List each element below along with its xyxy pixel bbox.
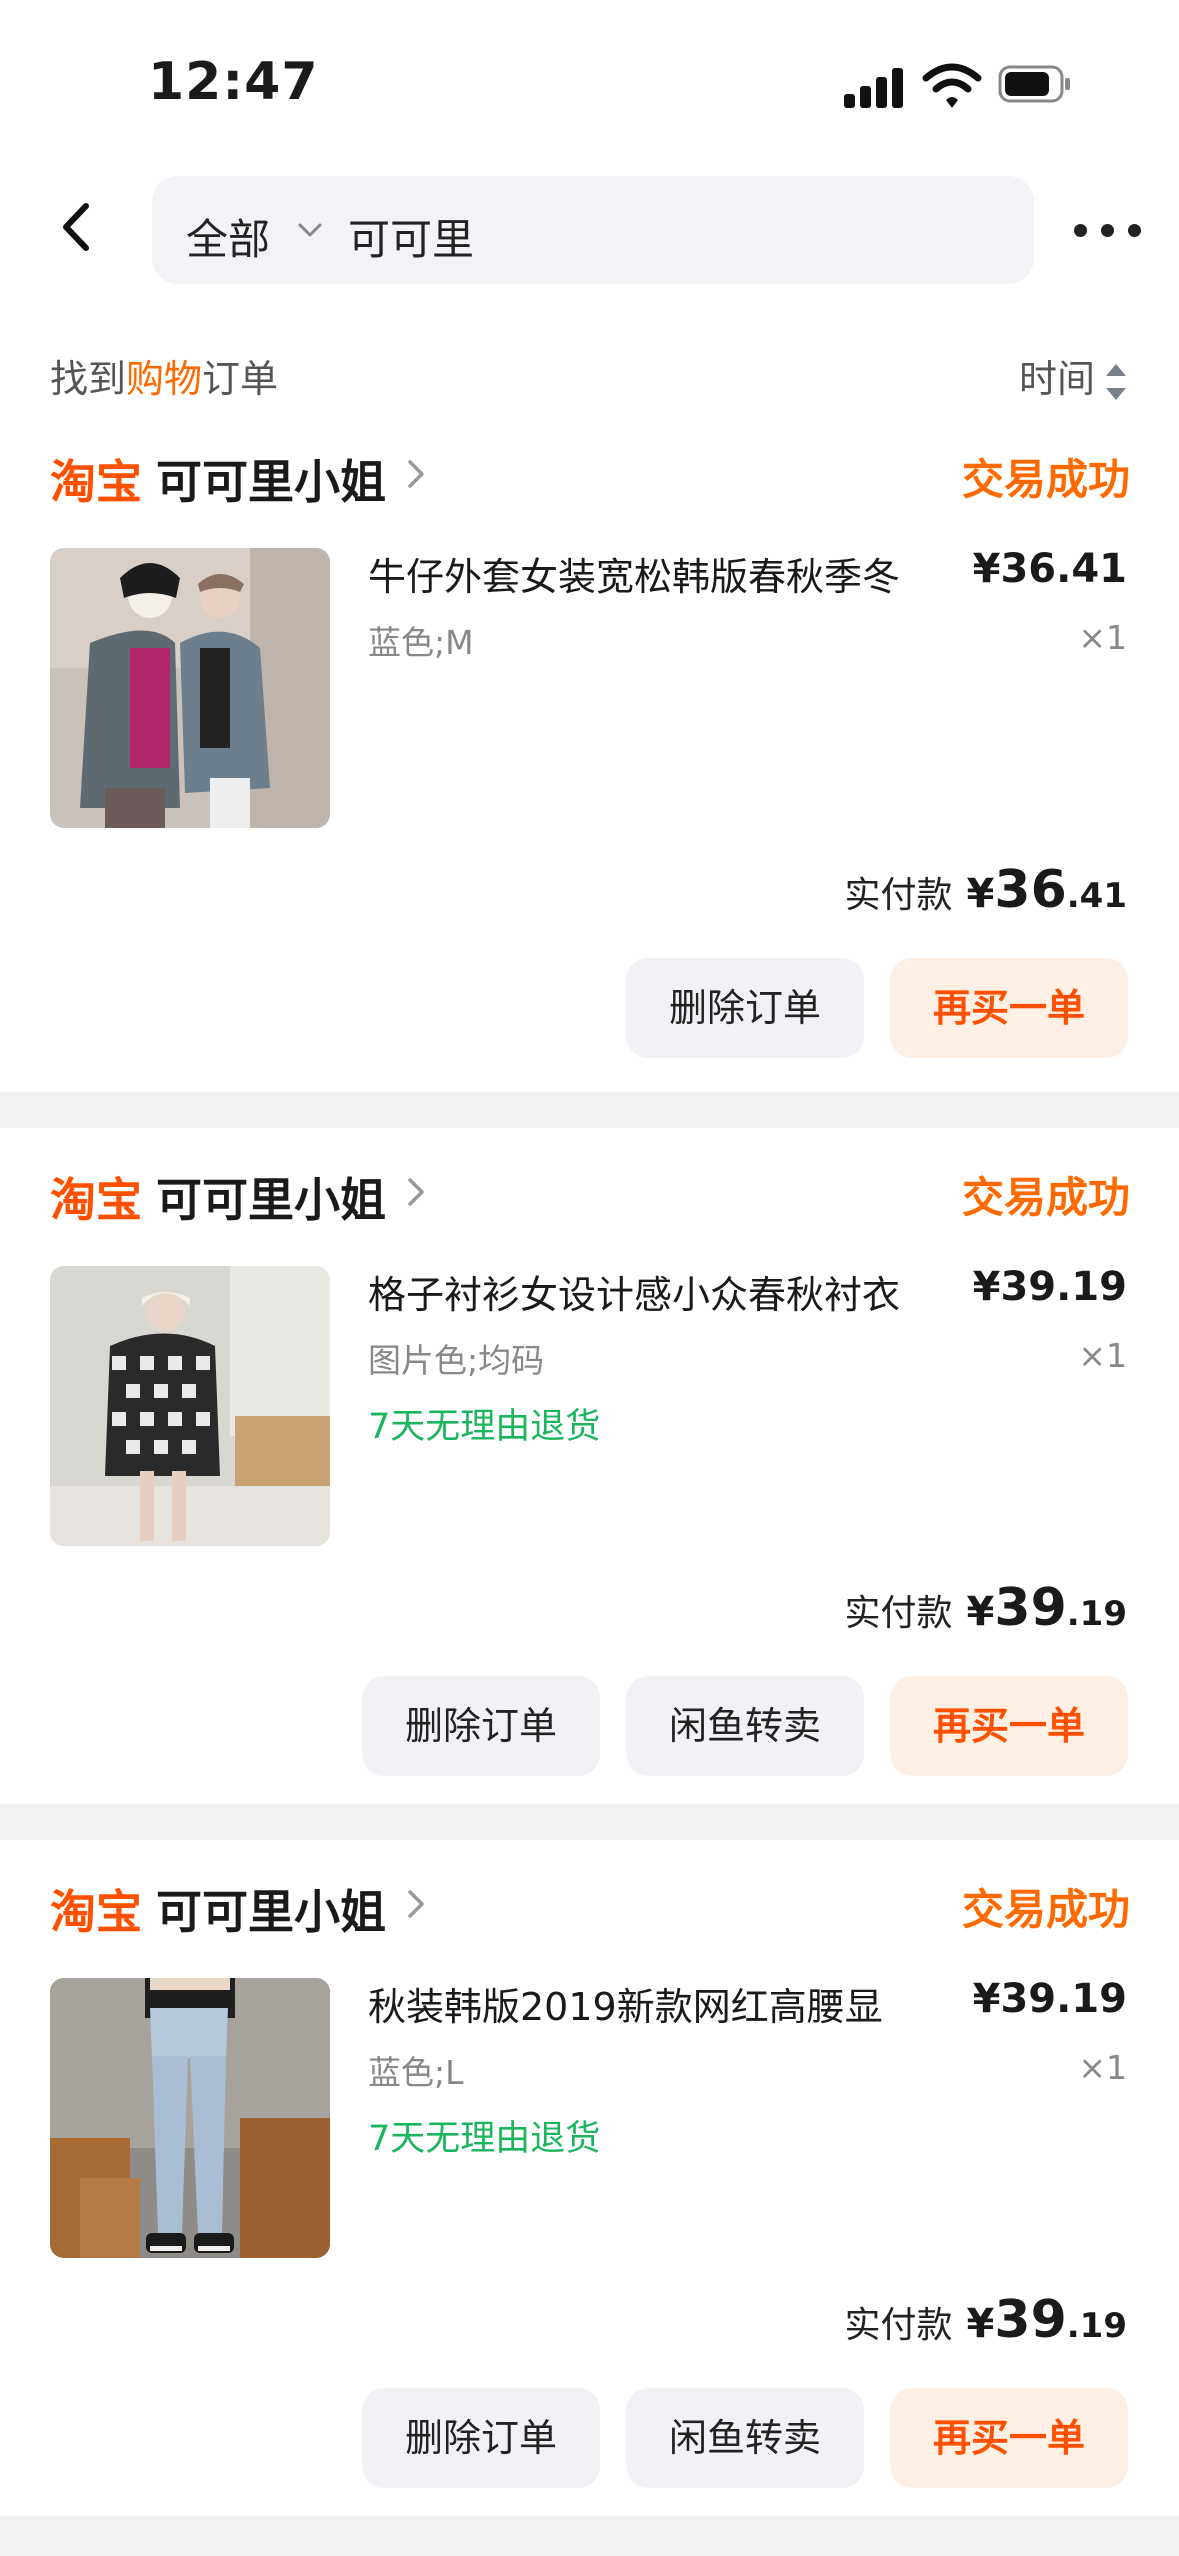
delete-order-button[interactable]: 删除订单	[362, 2388, 600, 2488]
search-scope-dropdown[interactable]: 全部	[186, 206, 270, 267]
product-quantity: ×1	[1078, 1336, 1127, 1375]
product-image[interactable]	[50, 1978, 330, 2258]
search-box[interactable]: 全部 可可里	[152, 176, 1034, 284]
resell-button[interactable]: 闲鱼转卖	[626, 1676, 864, 1776]
paid-integer: 39	[994, 2290, 1067, 2350]
product-title[interactable]: 牛仔外套女装宽松韩版春秋季冬	[368, 546, 900, 601]
chevron-right-icon	[408, 1890, 424, 1918]
product-sku: 蓝色;L	[368, 2053, 464, 2092]
order-card: 淘宝 可可里小姐 交易成功 格子衬衫女设计感小众春秋衬衣 ¥39.19 图片色;…	[0, 1128, 1179, 1804]
platform-label: 淘宝	[50, 1885, 142, 1939]
platform-label: 淘宝	[50, 455, 142, 509]
back-arrow-icon[interactable]	[44, 192, 114, 262]
shop-row[interactable]: 淘宝 可可里小姐 交易成功	[50, 1876, 1130, 1939]
paid-currency: ¥	[966, 871, 995, 917]
sort-arrows-icon	[1105, 362, 1127, 402]
product-quantity: ×1	[1078, 618, 1127, 657]
return-policy-tag: 7天无理由退货	[368, 2119, 601, 2159]
top-area: 12:47 全部 可可里 找到购物订单 时间	[0, 0, 1179, 430]
product-image[interactable]	[50, 1266, 330, 1546]
order-status: 交易成功	[961, 1173, 1130, 1222]
paid-amount: 实付款 ¥36.41	[845, 860, 1127, 930]
product-price: ¥39.19	[972, 1264, 1127, 1310]
buy-again-button[interactable]: 再买一单	[890, 2388, 1128, 2488]
paid-amount: 实付款 ¥39.19	[845, 2290, 1127, 2360]
chevron-down-icon[interactable]	[290, 210, 330, 250]
paid-integer: 39	[994, 1578, 1067, 1638]
product-price: ¥36.41	[972, 546, 1127, 592]
found-orders-label: 找到购物订单	[50, 348, 278, 403]
paid-amount: 实付款 ¥39.19	[845, 1578, 1127, 1648]
buy-again-button[interactable]: 再买一单	[890, 1676, 1128, 1776]
product-title[interactable]: 格子衬衫女设计感小众春秋衬衣	[368, 1264, 900, 1319]
cellular-signal-icon	[844, 66, 904, 108]
shop-name[interactable]: 可可里小姐	[156, 446, 386, 512]
product-price: ¥39.19	[972, 1976, 1127, 2022]
paid-decimal: .19	[1066, 1594, 1127, 1634]
shop-name[interactable]: 可可里小姐	[156, 1876, 386, 1942]
battery-icon	[998, 65, 1070, 103]
wifi-icon	[922, 63, 982, 108]
paid-currency: ¥	[966, 1589, 995, 1635]
shop-row[interactable]: 淘宝 可可里小姐 交易成功	[50, 1164, 1130, 1227]
chevron-right-icon	[408, 1178, 424, 1206]
order-card: 淘宝 可可里小姐 交易成功 牛仔外套女装宽松韩版春秋季冬 ¥36.41 蓝色;M…	[0, 410, 1179, 1092]
chevron-right-icon	[408, 460, 424, 488]
shop-name[interactable]: 可可里小姐	[156, 1164, 386, 1230]
product-sku: 蓝色;M	[368, 623, 474, 662]
status-bar: 12:47	[0, 0, 1179, 170]
sort-label: 时间	[1018, 357, 1095, 401]
platform-label: 淘宝	[50, 1173, 142, 1227]
found-highlight: 购物	[126, 357, 203, 401]
paid-label: 实付款	[844, 1593, 953, 1634]
resell-button[interactable]: 闲鱼转卖	[626, 2388, 864, 2488]
status-time: 12:47	[148, 52, 319, 112]
buy-again-button[interactable]: 再买一单	[890, 958, 1128, 1058]
return-policy-tag: 7天无理由退货	[368, 1407, 601, 1447]
delete-order-button[interactable]: 删除订单	[362, 1676, 600, 1776]
paid-label: 实付款	[844, 2305, 953, 2346]
product-image[interactable]	[50, 548, 330, 828]
found-prefix: 找到	[50, 357, 127, 401]
filter-bar: 找到购物订单 时间	[0, 330, 1179, 410]
delete-order-button[interactable]: 删除订单	[626, 958, 864, 1058]
navigation-bar: 全部 可可里	[0, 170, 1179, 290]
shop-row[interactable]: 淘宝 可可里小姐 交易成功	[50, 446, 1130, 509]
paid-decimal: .19	[1066, 2306, 1127, 2346]
more-options-icon[interactable]	[1066, 200, 1150, 260]
order-card: 淘宝 可可里小姐 交易成功 秋装韩版2019新款网红高腰显 ¥39.19 蓝色;…	[0, 1840, 1179, 2516]
search-query[interactable]: 可可里	[348, 206, 474, 267]
paid-label: 实付款	[844, 875, 953, 916]
order-status: 交易成功	[961, 1885, 1130, 1934]
product-sku: 图片色;均码	[368, 1341, 545, 1380]
product-quantity: ×1	[1078, 2048, 1127, 2087]
found-suffix: 订单	[202, 357, 279, 401]
product-title[interactable]: 秋装韩版2019新款网红高腰显	[368, 1976, 883, 2031]
order-status: 交易成功	[961, 455, 1130, 504]
paid-currency: ¥	[966, 2301, 995, 2347]
paid-decimal: .41	[1066, 876, 1127, 916]
sort-by-time-button[interactable]: 时间	[1019, 348, 1127, 403]
paid-integer: 36	[994, 860, 1067, 920]
